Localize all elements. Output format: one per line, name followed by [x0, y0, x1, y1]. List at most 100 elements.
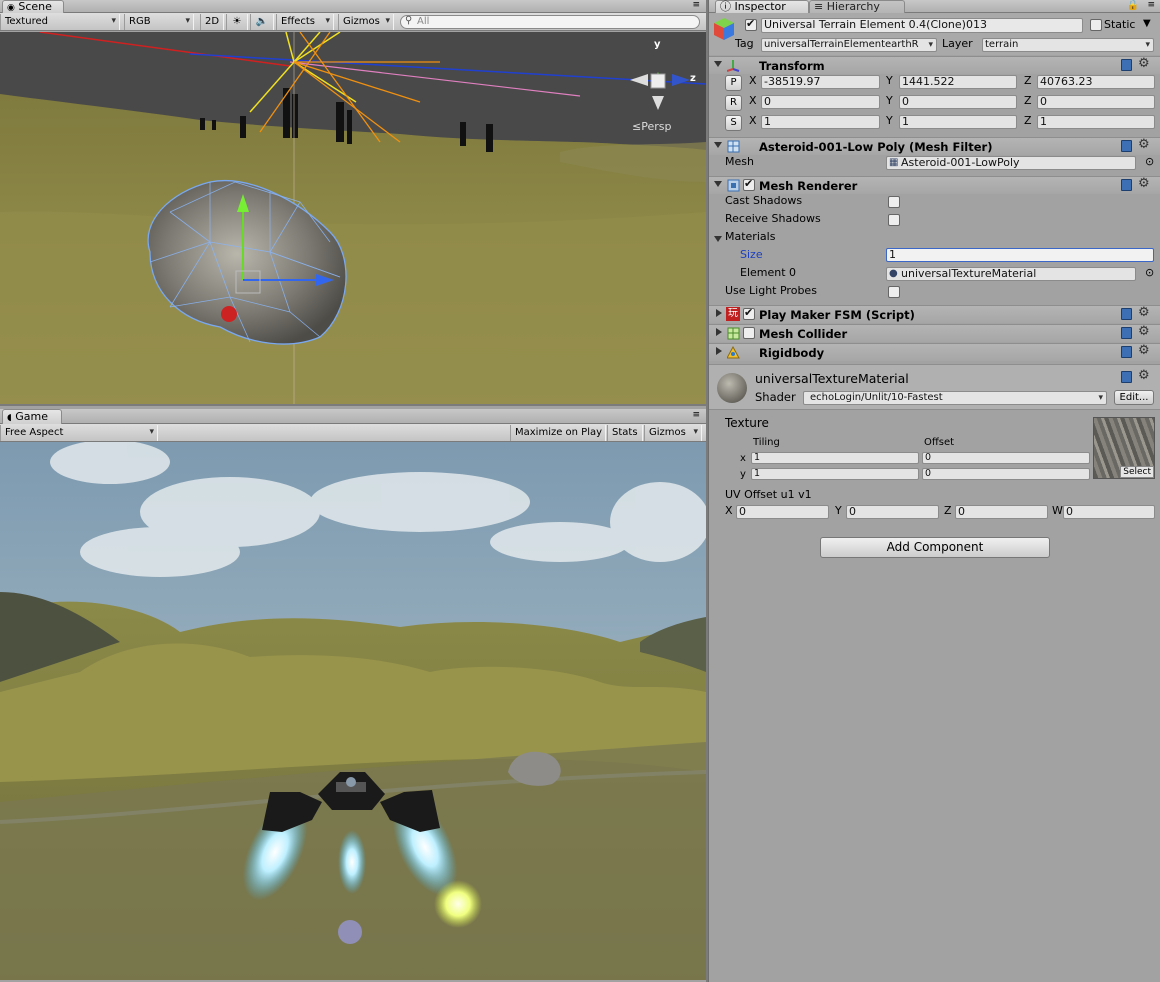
uv-z-field[interactable]: 0: [955, 505, 1048, 519]
position-z-field[interactable]: 40763.23: [1037, 75, 1155, 89]
rotation-x-field[interactable]: 0: [761, 95, 880, 109]
projection-label[interactable]: ≤Persp: [632, 120, 671, 134]
help-book-icon[interactable]: [1121, 371, 1132, 383]
add-component-button[interactable]: Add Component: [820, 537, 1050, 558]
help-book-icon[interactable]: [1121, 346, 1132, 358]
tiling-y-field[interactable]: 1: [751, 468, 919, 480]
tiling-x-field[interactable]: 1: [751, 452, 919, 464]
sun-icon: ☀: [232, 16, 242, 27]
help-book-icon[interactable]: [1121, 327, 1132, 339]
search-icon: ⚲: [405, 15, 413, 26]
mesh-field[interactable]: ▦ Asteroid-001-LowPoly: [886, 156, 1136, 170]
scale-z-field[interactable]: 1: [1037, 115, 1155, 129]
rigidbody-header[interactable]: Rigidbody ⚙: [709, 343, 1160, 361]
layer-dropdown[interactable]: terrain: [982, 38, 1154, 52]
panel-menu-icon[interactable]: ≡: [1147, 0, 1155, 10]
render-mode-dropdown[interactable]: Textured: [0, 14, 120, 30]
transform-header[interactable]: Transform ⚙: [709, 56, 1160, 74]
scene-tab-bar: ◉ Scene ≡: [0, 0, 706, 13]
scene-viewport[interactable]: y z ≤Persp: [0, 32, 706, 404]
foldout-arrow-icon[interactable]: [714, 181, 722, 187]
shader-dropdown[interactable]: echoLogin/Unlit/10-Fastest: [803, 391, 1107, 405]
tag-dropdown[interactable]: universalTerrainElementearthR: [761, 38, 937, 52]
gameobject-cube-icon: [714, 18, 734, 40]
scene-search-input[interactable]: ⚲ All: [400, 15, 700, 29]
gear-icon[interactable]: ⚙: [1138, 368, 1150, 383]
position-x-field[interactable]: -38519.97: [761, 75, 880, 89]
maximize-on-play-toggle[interactable]: Maximize on Play: [510, 425, 606, 441]
position-y-field[interactable]: 1441.522: [899, 75, 1017, 89]
uv-w-label: W: [1052, 504, 1063, 517]
uv-y-field[interactable]: 0: [846, 505, 939, 519]
foldout-arrow-icon[interactable]: [716, 328, 722, 336]
static-dropdown-arrow[interactable]: ▼: [1143, 18, 1151, 29]
object-name-field[interactable]: Universal Terrain Element 0.4(Clone)013: [761, 18, 1083, 33]
static-checkbox[interactable]: [1090, 19, 1102, 31]
panel-divider[interactable]: [0, 404, 706, 406]
receive-shadows-checkbox[interactable]: [888, 214, 900, 226]
object-picker-icon[interactable]: ⊙: [1145, 155, 1154, 168]
materials-size-field[interactable]: 1: [886, 248, 1154, 262]
mesh-collider-enabled-checkbox[interactable]: [743, 327, 755, 339]
gear-icon[interactable]: ⚙: [1138, 305, 1150, 320]
lighting-toggle[interactable]: ☀: [226, 14, 248, 30]
shader-edit-button[interactable]: Edit...: [1114, 390, 1154, 405]
mesh-renderer-enabled-checkbox[interactable]: [743, 177, 755, 191]
offset-y-field[interactable]: 0: [922, 468, 1090, 480]
gizmos-dropdown[interactable]: Gizmos: [338, 14, 394, 30]
uv-x-field[interactable]: 0: [736, 505, 829, 519]
mesh-collider-header[interactable]: Mesh Collider ⚙: [709, 324, 1160, 342]
lock-icon[interactable]: 🔒: [1127, 0, 1139, 11]
foldout-arrow-icon[interactable]: [716, 309, 722, 317]
element0-field[interactable]: ● universalTextureMaterial: [886, 267, 1136, 281]
uv-w-field[interactable]: 0: [1063, 505, 1155, 519]
active-checkbox[interactable]: [745, 17, 757, 31]
mesh-renderer-header[interactable]: Mesh Renderer ⚙: [709, 176, 1160, 194]
foldout-arrow-icon[interactable]: [714, 61, 722, 67]
mode-2d-toggle[interactable]: 2D: [200, 14, 224, 30]
playmaker-enabled-checkbox[interactable]: [743, 306, 755, 320]
playmaker-header[interactable]: 玩 Play Maker FSM (Script) ⚙: [709, 305, 1160, 323]
position-reset-button[interactable]: P: [725, 75, 742, 91]
gear-icon[interactable]: ⚙: [1138, 176, 1150, 191]
game-gizmos-dropdown[interactable]: Gizmos: [644, 425, 702, 441]
rotation-reset-button[interactable]: R: [725, 95, 742, 111]
rotation-y-field[interactable]: 0: [899, 95, 1017, 109]
color-mode-dropdown[interactable]: RGB: [124, 14, 194, 30]
help-book-icon[interactable]: [1121, 179, 1132, 191]
materials-foldout-icon[interactable]: [714, 236, 722, 242]
panel-menu-icon[interactable]: ≡: [692, 0, 700, 10]
gear-icon[interactable]: ⚙: [1138, 324, 1150, 339]
tab-hierarchy[interactable]: ≡ Hierarchy: [809, 0, 905, 13]
materials-label[interactable]: Materials: [725, 230, 775, 244]
aspect-dropdown[interactable]: Free Aspect: [0, 425, 158, 441]
gear-icon[interactable]: ⚙: [1138, 137, 1150, 152]
panel-menu-icon[interactable]: ≡: [692, 410, 700, 420]
object-picker-icon[interactable]: ⊙: [1145, 266, 1154, 279]
tab-inspector[interactable]: ⓘ Inspector: [715, 0, 809, 13]
scale-reset-button[interactable]: S: [725, 115, 742, 131]
game-viewport[interactable]: [0, 442, 706, 980]
help-book-icon[interactable]: [1121, 140, 1132, 152]
help-book-icon[interactable]: [1121, 308, 1132, 320]
stats-toggle[interactable]: Stats: [607, 425, 643, 441]
mesh-filter-header[interactable]: Asteroid-001-Low Poly (Mesh Filter) ⚙: [709, 137, 1160, 155]
use-light-probes-checkbox[interactable]: [888, 286, 900, 298]
gear-icon[interactable]: ⚙: [1138, 56, 1150, 71]
help-book-icon[interactable]: [1121, 59, 1132, 71]
rotation-z-field[interactable]: 0: [1037, 95, 1155, 109]
cast-shadows-checkbox[interactable]: [888, 196, 900, 208]
scale-x-field[interactable]: 1: [761, 115, 880, 129]
transform-title: Transform: [759, 59, 825, 73]
foldout-arrow-icon[interactable]: [714, 142, 722, 148]
texture-select-button[interactable]: Select: [1120, 466, 1154, 478]
audio-toggle[interactable]: 🔈: [250, 14, 274, 30]
foldout-arrow-icon[interactable]: [716, 347, 722, 355]
tab-scene[interactable]: ◉ Scene: [2, 0, 64, 13]
effects-dropdown[interactable]: Effects: [276, 14, 334, 30]
tab-game[interactable]: ◖ Game: [2, 409, 62, 424]
scale-y-field[interactable]: 1: [899, 115, 1017, 129]
gear-icon[interactable]: ⚙: [1138, 343, 1150, 358]
texture-slot[interactable]: Select: [1093, 417, 1155, 479]
offset-x-field[interactable]: 0: [922, 452, 1090, 464]
